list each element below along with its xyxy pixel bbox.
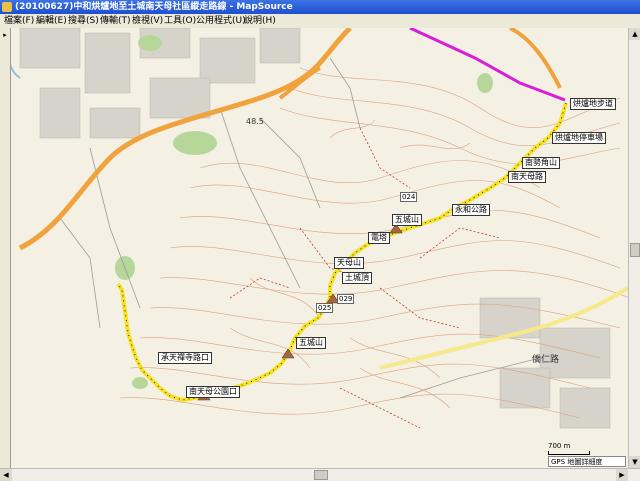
waypoint-label[interactable]: 電塔 — [368, 232, 390, 244]
track-pin[interactable]: 029 — [337, 294, 355, 304]
waypoint-label[interactable]: 烘爐地步道 — [570, 98, 616, 110]
scroll-down-icon[interactable]: ▼ — [629, 456, 640, 468]
waypoint-label[interactable]: 南勢角山 — [522, 157, 560, 169]
horizontal-scrollbar[interactable]: ◀ ▶ — [0, 468, 640, 481]
waypoint-label[interactable]: 承天禪寺路口 — [158, 352, 212, 364]
waypoint-label[interactable]: 永和公路 — [452, 204, 490, 216]
track-pin[interactable]: 024 — [400, 192, 418, 202]
menu-transfer[interactable]: 傳輸(T) — [98, 14, 133, 28]
vertical-scrollbar[interactable]: ▲ ▼ — [628, 28, 640, 468]
place-label: 僑仁路 — [532, 355, 560, 365]
waypoint-label[interactable]: 烘爐地停車場 — [552, 132, 606, 144]
menu-bar: 檔案(F) 編輯(E) 搜尋(S) 傳輸(T) 檢視(V) 工具(O) 公用程式… — [0, 14, 640, 29]
scroll-up-icon[interactable]: ▲ — [629, 28, 640, 40]
menu-utilities[interactable]: 公用程式(U) — [194, 14, 248, 28]
map-view[interactable] — [0, 28, 640, 468]
map-canvas[interactable] — [0, 28, 640, 468]
waypoint-label[interactable]: 五城山 — [392, 214, 422, 226]
left-arrow-icon[interactable]: ▸ — [1, 30, 9, 40]
menu-tools[interactable]: 工具(O) — [162, 14, 198, 28]
app-icon — [2, 2, 12, 12]
left-gutter: ▸ — [0, 28, 11, 468]
scroll-left-icon[interactable]: ◀ — [0, 469, 12, 481]
waypoint-label[interactable]: 南天母路 — [508, 171, 546, 183]
title-bar: (20100627)中和烘爐地至土城南天母社區縱走路線 - MapSource — [0, 0, 640, 14]
menu-view[interactable]: 檢視(V) — [130, 14, 165, 28]
menu-help[interactable]: 說明(H) — [242, 14, 278, 28]
horizontal-scroll-thumb[interactable] — [314, 470, 328, 480]
scale-bar — [548, 451, 590, 455]
waypoint-label[interactable]: 南天母公園口 — [186, 386, 240, 398]
vertical-scroll-thumb[interactable] — [630, 243, 640, 257]
track-pin[interactable]: 025 — [316, 303, 334, 313]
menu-file[interactable]: 檔案(F) — [2, 14, 36, 28]
gps-detail-label: GPS 地圖詳細度 — [548, 456, 626, 467]
place-label: 48.5 — [246, 117, 264, 126]
scale-label: 700 m — [548, 442, 571, 450]
menu-search[interactable]: 搜尋(S) — [66, 14, 101, 28]
waypoint-label[interactable]: 天母山 — [334, 257, 364, 269]
window-title: (20100627)中和烘爐地至土城南天母社區縱走路線 - MapSource — [15, 2, 293, 12]
waypoint-label[interactable]: 土城頂 — [342, 272, 372, 284]
waypoint-label[interactable]: 五城山 — [296, 337, 326, 349]
scroll-right-icon[interactable]: ▶ — [616, 469, 628, 481]
menu-edit[interactable]: 編輯(E) — [34, 14, 69, 28]
